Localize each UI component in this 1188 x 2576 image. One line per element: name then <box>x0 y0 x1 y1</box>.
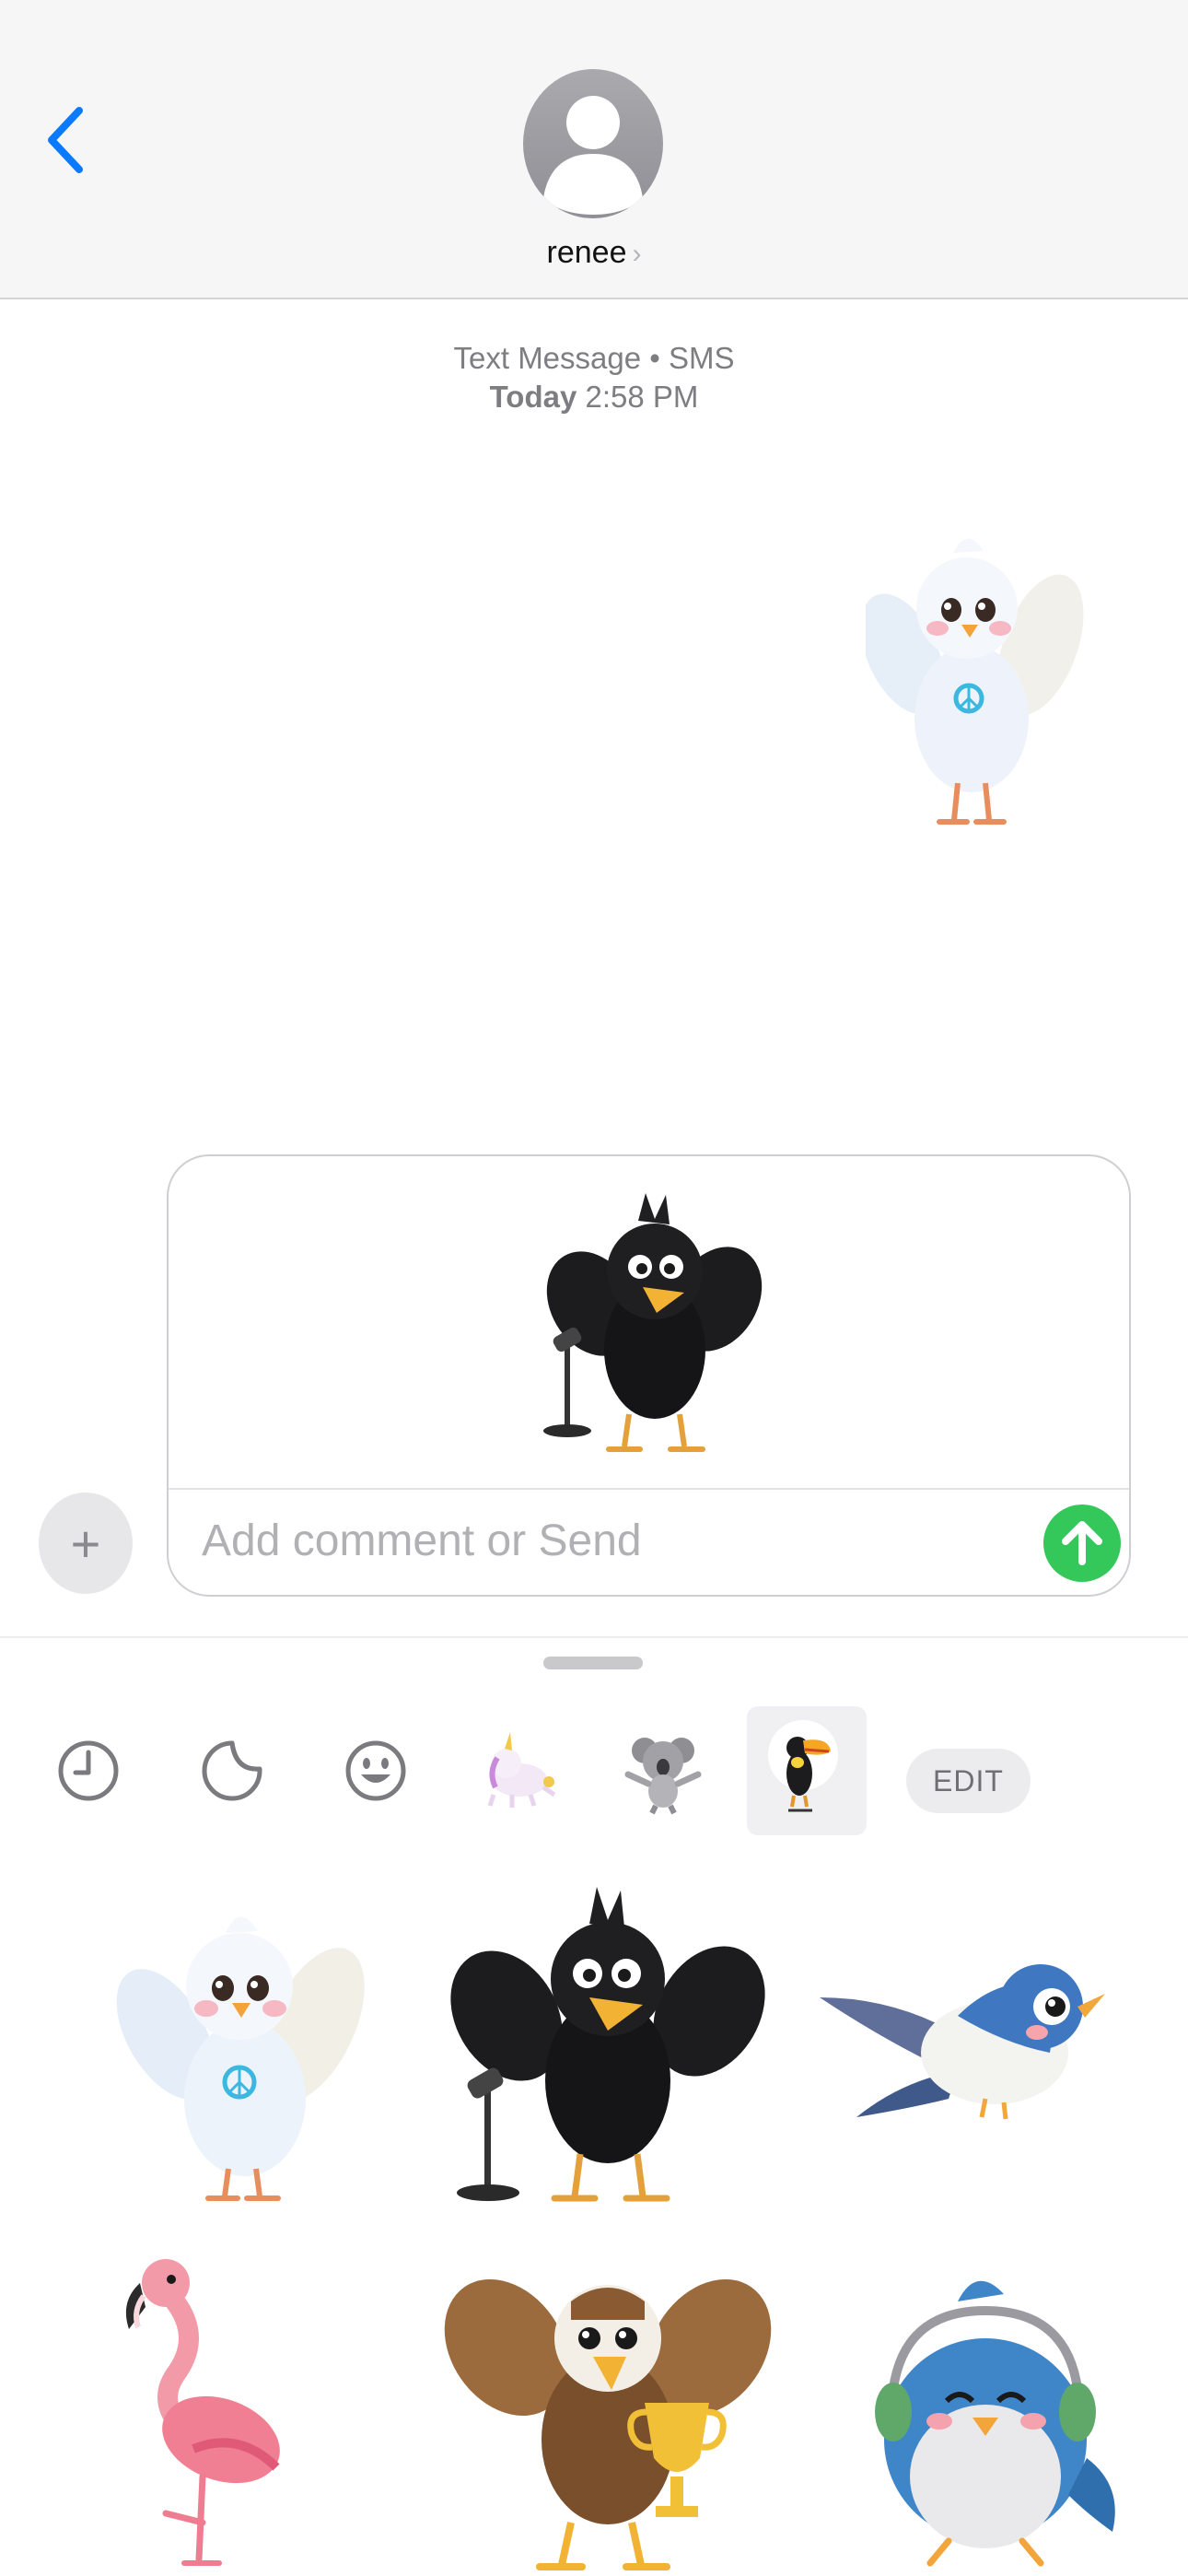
attached-sticker[interactable] <box>537 1184 767 1460</box>
sticker-grid <box>64 1878 1133 2576</box>
timestamp: Today 2:58 PM <box>0 380 1188 415</box>
recents-tab[interactable] <box>42 1725 134 1817</box>
service-label: Text Message • SMS <box>453 341 735 375</box>
sticker-pink-flamingo[interactable] <box>64 2246 396 2576</box>
bluebird-headphones-sticker <box>875 2280 1115 2567</box>
pink-flamingo-sticker <box>125 2259 280 2566</box>
timestamp-time: 2:58 PM <box>585 380 699 414</box>
sent-sticker-message[interactable] <box>860 525 1087 838</box>
composer-divider <box>169 1488 1129 1490</box>
white-dove-sticker <box>860 538 1084 825</box>
black-crow-microphone-sticker <box>543 1193 763 1452</box>
back-button[interactable] <box>39 103 94 177</box>
timestamp-day: Today <box>489 380 577 414</box>
sticker-tab-bar: EDIT <box>0 1703 1188 1850</box>
chevron-left-icon <box>48 107 83 173</box>
person-silhouette-icon <box>543 96 643 215</box>
sticker-drawer: EDIT <box>0 1636 1188 2576</box>
clock-icon <box>58 1740 119 1801</box>
sticker-peel-icon <box>202 1740 262 1801</box>
stickers-tab[interactable] <box>186 1725 278 1817</box>
send-button[interactable] <box>1043 1505 1121 1582</box>
unicorn-pack-tab[interactable] <box>473 1725 565 1817</box>
smiley-icon <box>345 1740 406 1801</box>
contact-name: renee <box>546 235 627 270</box>
arrow-up-icon <box>1062 1521 1102 1565</box>
emoji-tab[interactable] <box>330 1725 422 1817</box>
sticker-blue-swallow[interactable] <box>820 1878 1151 2209</box>
sticker-black-crow[interactable] <box>442 1878 774 2209</box>
sticker-eagle-trophy[interactable] <box>442 2246 774 2576</box>
chevron-right-icon: › <box>632 239 642 269</box>
unicorn-sticker-icon <box>487 1732 556 1808</box>
edit-stickers-button[interactable]: EDIT <box>906 1749 1031 1813</box>
contact-avatar[interactable] <box>523 69 663 218</box>
plus-icon: + <box>70 1514 101 1573</box>
conversation-header: renee › <box>0 0 1188 299</box>
white-dove-sticker <box>116 1916 365 2201</box>
sticker-bluebird-headphones[interactable] <box>820 2246 1151 2576</box>
drawer-grabber[interactable] <box>543 1657 643 1669</box>
comment-input[interactable]: Add comment or Send <box>202 1516 642 1566</box>
koala-pack-tab[interactable] <box>617 1725 709 1817</box>
toucan-sticker-icon <box>768 1720 838 1812</box>
black-crow-sticker <box>450 1887 765 2202</box>
koala-sticker-icon <box>624 1738 702 1815</box>
sticker-white-dove[interactable] <box>64 1878 396 2209</box>
blue-swallow-sticker <box>820 1964 1105 2120</box>
eagle-trophy-sticker <box>444 2278 772 2570</box>
contact-name-button[interactable]: renee › <box>516 235 672 271</box>
apps-plus-button[interactable]: + <box>39 1493 133 1594</box>
message-composer[interactable]: Add comment or Send <box>167 1154 1131 1597</box>
toucan-pack-tab[interactable] <box>747 1706 867 1835</box>
